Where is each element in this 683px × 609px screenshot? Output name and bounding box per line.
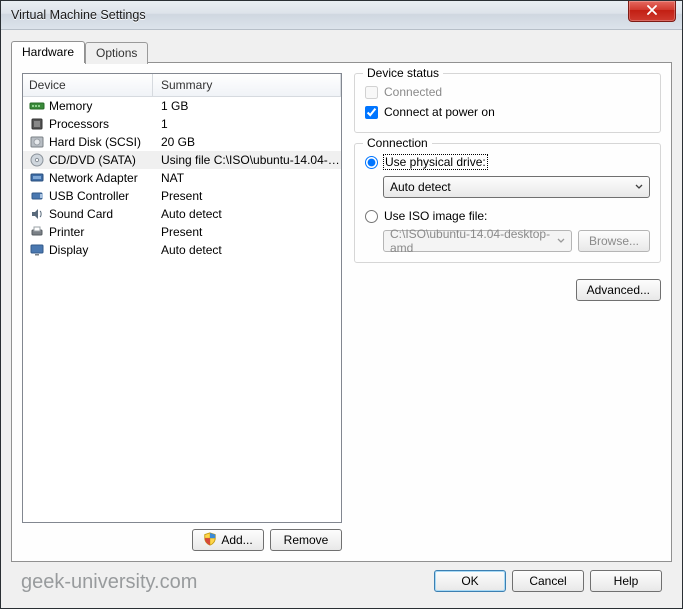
iso-path-value: C:\ISO\ubuntu-14.04-desktop-amd bbox=[390, 227, 565, 255]
device-name: Printer bbox=[49, 225, 84, 239]
device-column: Device Summary Memory 1 GB bbox=[22, 73, 342, 551]
device-name: Sound Card bbox=[49, 207, 113, 221]
physical-drive-combo[interactable]: Auto detect bbox=[383, 176, 650, 198]
connected-checkbox-row: Connected bbox=[365, 82, 650, 102]
device-summary: 20 GB bbox=[153, 135, 341, 149]
device-row-network[interactable]: Network Adapter NAT bbox=[23, 169, 341, 187]
help-button[interactable]: Help bbox=[590, 570, 662, 592]
connected-label: Connected bbox=[384, 85, 442, 99]
device-name: USB Controller bbox=[49, 189, 129, 203]
device-row-processors[interactable]: Processors 1 bbox=[23, 115, 341, 133]
chevron-down-icon bbox=[635, 180, 643, 194]
connect-poweron-checkbox[interactable] bbox=[365, 106, 378, 119]
cpu-icon bbox=[29, 116, 45, 132]
connected-checkbox bbox=[365, 86, 378, 99]
device-name: Processors bbox=[49, 117, 109, 131]
device-summary: Using file C:\ISO\ubuntu-14.04-d... bbox=[153, 153, 341, 167]
connect-poweron-label: Connect at power on bbox=[384, 105, 495, 119]
settings-window: Virtual Machine Settings Hardware Option… bbox=[0, 0, 683, 609]
device-summary: Present bbox=[153, 189, 341, 203]
client-area: Hardware Options Device Summary bbox=[1, 30, 682, 608]
device-row-usb[interactable]: USB Controller Present bbox=[23, 187, 341, 205]
device-row-sound[interactable]: Sound Card Auto detect bbox=[23, 205, 341, 223]
advanced-button[interactable]: Advanced... bbox=[576, 279, 661, 301]
device-summary: Auto detect bbox=[153, 243, 341, 257]
device-row-harddisk[interactable]: Hard Disk (SCSI) 20 GB bbox=[23, 133, 341, 151]
device-summary: 1 GB bbox=[153, 99, 341, 113]
use-physical-label: Use physical drive: bbox=[384, 155, 487, 169]
close-button[interactable] bbox=[628, 1, 676, 22]
col-header-device[interactable]: Device bbox=[23, 74, 153, 96]
advanced-row: Advanced... bbox=[354, 279, 661, 301]
col-header-summary[interactable]: Summary bbox=[153, 74, 341, 96]
cancel-button[interactable]: Cancel bbox=[512, 570, 584, 592]
chevron-down-icon bbox=[557, 234, 565, 248]
use-physical-radio[interactable] bbox=[365, 156, 378, 169]
usb-icon bbox=[29, 188, 45, 204]
use-physical-row[interactable]: Use physical drive: bbox=[365, 152, 650, 172]
device-summary: Present bbox=[153, 225, 341, 239]
device-list[interactable]: Device Summary Memory 1 GB bbox=[22, 73, 342, 523]
detail-column: Device status Connected Connect at power… bbox=[354, 73, 661, 551]
connection-legend: Connection bbox=[363, 136, 432, 150]
watermark: geek-university.com bbox=[21, 571, 197, 594]
device-buttons: Add... Remove bbox=[22, 523, 342, 551]
device-summary: 1 bbox=[153, 117, 341, 131]
device-row-memory[interactable]: Memory 1 GB bbox=[23, 97, 341, 115]
device-name: Hard Disk (SCSI) bbox=[49, 135, 141, 149]
device-status-legend: Device status bbox=[363, 66, 443, 80]
tab-strip: Hardware Options bbox=[11, 40, 672, 62]
use-iso-label: Use ISO image file: bbox=[384, 209, 487, 223]
remove-device-button[interactable]: Remove bbox=[270, 529, 342, 551]
memory-icon bbox=[29, 98, 45, 114]
device-summary: Auto detect bbox=[153, 207, 341, 221]
connection-group: Connection Use physical drive: Auto dete… bbox=[354, 143, 661, 263]
device-name: Display bbox=[49, 243, 88, 257]
browse-label: Browse... bbox=[589, 234, 639, 248]
harddisk-icon bbox=[29, 134, 45, 150]
sound-icon bbox=[29, 206, 45, 222]
tab-panel-hardware: Device Summary Memory 1 GB bbox=[11, 62, 672, 562]
disc-icon bbox=[29, 152, 45, 168]
dialog-buttons: geek-university.com OK Cancel Help bbox=[11, 562, 672, 602]
titlebar: Virtual Machine Settings bbox=[1, 1, 682, 30]
physical-drive-value: Auto detect bbox=[390, 180, 451, 194]
device-summary: NAT bbox=[153, 171, 341, 185]
device-row-cddvd[interactable]: CD/DVD (SATA) Using file C:\ISO\ubuntu-1… bbox=[23, 151, 341, 169]
iso-path-combo: C:\ISO\ubuntu-14.04-desktop-amd bbox=[383, 230, 572, 252]
network-icon bbox=[29, 170, 45, 186]
device-name: Memory bbox=[49, 99, 92, 113]
window-title: Virtual Machine Settings bbox=[11, 8, 628, 22]
shield-icon bbox=[203, 532, 217, 549]
use-iso-radio[interactable] bbox=[365, 210, 378, 223]
connect-poweron-row[interactable]: Connect at power on bbox=[365, 102, 650, 122]
display-icon bbox=[29, 242, 45, 258]
add-device-button[interactable]: Add... bbox=[192, 529, 264, 551]
device-name: Network Adapter bbox=[49, 171, 138, 185]
device-list-header: Device Summary bbox=[23, 74, 341, 97]
tab-options[interactable]: Options bbox=[85, 42, 148, 64]
device-name: CD/DVD (SATA) bbox=[49, 153, 136, 167]
tab-hardware[interactable]: Hardware bbox=[11, 41, 85, 63]
printer-icon bbox=[29, 224, 45, 240]
device-status-group: Device status Connected Connect at power… bbox=[354, 73, 661, 133]
device-row-display[interactable]: Display Auto detect bbox=[23, 241, 341, 259]
close-icon bbox=[647, 4, 657, 18]
ok-button[interactable]: OK bbox=[434, 570, 506, 592]
device-row-printer[interactable]: Printer Present bbox=[23, 223, 341, 241]
use-iso-row[interactable]: Use ISO image file: bbox=[365, 206, 650, 226]
browse-button: Browse... bbox=[578, 230, 650, 252]
add-button-label: Add... bbox=[221, 533, 252, 547]
